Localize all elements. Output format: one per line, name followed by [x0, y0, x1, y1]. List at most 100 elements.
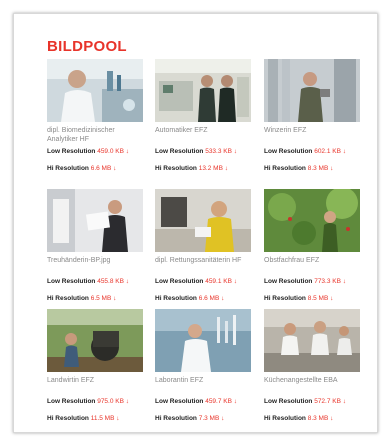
image-card: dipl. Rettungssanitäterin HF Low Resolut…: [155, 189, 251, 303]
hi-res-size: 8.5 MB: [307, 295, 329, 302]
photo-lab-technician[interactable]: [155, 309, 251, 372]
low-res-label: Low Resolution: [264, 148, 313, 155]
hi-res-label: Hi Resolution: [47, 415, 89, 422]
low-res-size: 602.1 KB: [314, 148, 341, 155]
card-caption: dipl. Biomedizinischer Analytiker HF: [47, 127, 115, 143]
hi-res-label: Hi Resolution: [264, 165, 306, 172]
photo-automation-technician[interactable]: [155, 59, 251, 122]
card-caption: Landwirtin EFZ: [47, 377, 95, 384]
low-res-link[interactable]: Low Resolution 459.0 KB ↓: [47, 148, 143, 156]
bildpool-page: BILDPOOL dipl. Biomedizinischer Analytik…: [13, 13, 378, 433]
low-res-label: Low Resolution: [47, 398, 96, 405]
hi-res-label: Hi Resolution: [47, 165, 89, 172]
hi-res-link[interactable]: Hi Resolution 8.3 MB ↓: [264, 165, 360, 173]
image-card: Laborantin EFZ Low Resolution 459.7 KB ↓…: [155, 309, 251, 423]
low-res-label: Low Resolution: [264, 398, 313, 405]
download-icon[interactable]: ↓: [343, 278, 346, 285]
page-title: BILDPOOL: [47, 38, 127, 55]
hi-res-size: 6.5 MB: [90, 295, 112, 302]
card-caption: Laborantin EFZ: [155, 377, 204, 384]
photo-kitchen-staff[interactable]: [264, 309, 360, 372]
low-res-label: Low Resolution: [264, 278, 313, 285]
photo-biomedical-analyst[interactable]: [47, 59, 143, 122]
low-res-size: 975.0 KB: [97, 398, 124, 405]
low-res-label: Low Resolution: [47, 278, 96, 285]
download-icon[interactable]: ↓: [116, 415, 119, 422]
low-res-link[interactable]: Low Resolution 975.0 KB ↓: [47, 398, 143, 406]
hi-res-label: Hi Resolution: [155, 295, 197, 302]
download-icon[interactable]: ↓: [234, 398, 237, 405]
download-icon[interactable]: ↓: [126, 278, 129, 285]
card-caption: dipl. Rettungssanitäterin HF: [155, 257, 242, 264]
low-res-label: Low Resolution: [155, 148, 204, 155]
download-icon[interactable]: ↓: [221, 295, 224, 302]
image-card: dipl. Biomedizinischer Analytiker HF Low…: [47, 59, 143, 173]
low-res-size: 459.1 KB: [205, 278, 232, 285]
card-caption: Küchenangestellte EBA: [264, 377, 338, 384]
photo-winemaker[interactable]: [264, 59, 360, 122]
low-res-size: 455.8 KB: [97, 278, 124, 285]
image-card: Küchenangestellte EBA Low Resolution 572…: [264, 309, 360, 423]
download-icon[interactable]: ↓: [113, 295, 116, 302]
image-card: Winzerin EFZ Low Resolution 602.1 KB ↓ H…: [264, 59, 360, 173]
low-res-size: 572.7 KB: [314, 398, 341, 405]
hi-res-link[interactable]: Hi Resolution 6.6 MB ↓: [155, 295, 251, 303]
image-card: Automatiker EFZ Low Resolution 533.3 KB …: [155, 59, 251, 173]
hi-res-link[interactable]: Hi Resolution 11.5 MB ↓: [47, 415, 143, 423]
download-icon[interactable]: ↓: [330, 165, 333, 172]
hi-res-link[interactable]: Hi Resolution 6.5 MB ↓: [47, 295, 143, 303]
hi-res-size: 8.3 MB: [307, 415, 329, 422]
download-icon[interactable]: ↓: [221, 415, 224, 422]
low-res-link[interactable]: Low Resolution 533.3 KB ↓: [155, 148, 251, 156]
low-res-size: 533.3 KB: [205, 148, 232, 155]
hi-res-size: 7.3 MB: [198, 415, 220, 422]
hi-res-link[interactable]: Hi Resolution 6.6 MB ↓: [47, 165, 143, 173]
download-icon[interactable]: ↓: [234, 278, 237, 285]
low-res-link[interactable]: Low Resolution 572.7 KB ↓: [264, 398, 360, 406]
download-icon[interactable]: ↓: [234, 148, 237, 155]
hi-res-label: Hi Resolution: [47, 295, 89, 302]
hi-res-size: 6.6 MB: [198, 295, 220, 302]
low-res-link[interactable]: Low Resolution 459.7 KB ↓: [155, 398, 251, 406]
card-caption: Obstfachfrau EFZ: [264, 257, 320, 264]
image-card: Landwirtin EFZ Low Resolution 975.0 KB ↓…: [47, 309, 143, 423]
download-icon[interactable]: ↓: [343, 398, 346, 405]
hi-res-link[interactable]: Hi Resolution 8.3 MB ↓: [264, 415, 360, 423]
low-res-label: Low Resolution: [47, 148, 96, 155]
hi-res-label: Hi Resolution: [155, 415, 197, 422]
low-res-link[interactable]: Low Resolution 773.3 KB ↓: [264, 278, 360, 286]
download-icon[interactable]: ↓: [330, 295, 333, 302]
hi-res-size: 13.2 MB: [198, 165, 223, 172]
image-card: Obstfachfrau EFZ Low Resolution 773.3 KB…: [264, 189, 360, 303]
card-caption: Automatiker EFZ: [155, 127, 208, 134]
hi-res-label: Hi Resolution: [264, 415, 306, 422]
download-icon[interactable]: ↓: [113, 165, 116, 172]
hi-res-size: 11.5 MB: [90, 415, 115, 422]
hi-res-size: 6.6 MB: [90, 165, 112, 172]
low-res-size: 459.0 KB: [97, 148, 124, 155]
card-caption: Treuhänderin-BP.jpg: [47, 257, 111, 264]
photo-fruit-grower[interactable]: [264, 189, 360, 252]
card-caption: Winzerin EFZ: [264, 127, 307, 134]
hi-res-link[interactable]: Hi Resolution 7.3 MB ↓: [155, 415, 251, 423]
hi-res-size: 8.3 MB: [307, 165, 329, 172]
hi-res-label: Hi Resolution: [264, 295, 306, 302]
low-res-link[interactable]: Low Resolution 602.1 KB ↓: [264, 148, 360, 156]
download-icon[interactable]: ↓: [330, 415, 333, 422]
low-res-label: Low Resolution: [155, 398, 204, 405]
hi-res-link[interactable]: Hi Resolution 8.5 MB ↓: [264, 295, 360, 303]
photo-farmer[interactable]: [47, 309, 143, 372]
hi-res-label: Hi Resolution: [155, 165, 197, 172]
hi-res-link[interactable]: Hi Resolution 13.2 MB ↓: [155, 165, 251, 173]
download-icon[interactable]: ↓: [126, 148, 129, 155]
photo-trustee[interactable]: [47, 189, 143, 252]
low-res-link[interactable]: Low Resolution 459.1 KB ↓: [155, 278, 251, 286]
download-icon[interactable]: ↓: [126, 398, 129, 405]
image-card: Treuhänderin-BP.jpg Low Resolution 455.8…: [47, 189, 143, 303]
download-icon[interactable]: ↓: [343, 148, 346, 155]
low-res-link[interactable]: Low Resolution 455.8 KB ↓: [47, 278, 143, 286]
low-res-size: 459.7 KB: [205, 398, 232, 405]
photo-paramedic[interactable]: [155, 189, 251, 252]
low-res-size: 773.3 KB: [314, 278, 341, 285]
download-icon[interactable]: ↓: [225, 165, 228, 172]
